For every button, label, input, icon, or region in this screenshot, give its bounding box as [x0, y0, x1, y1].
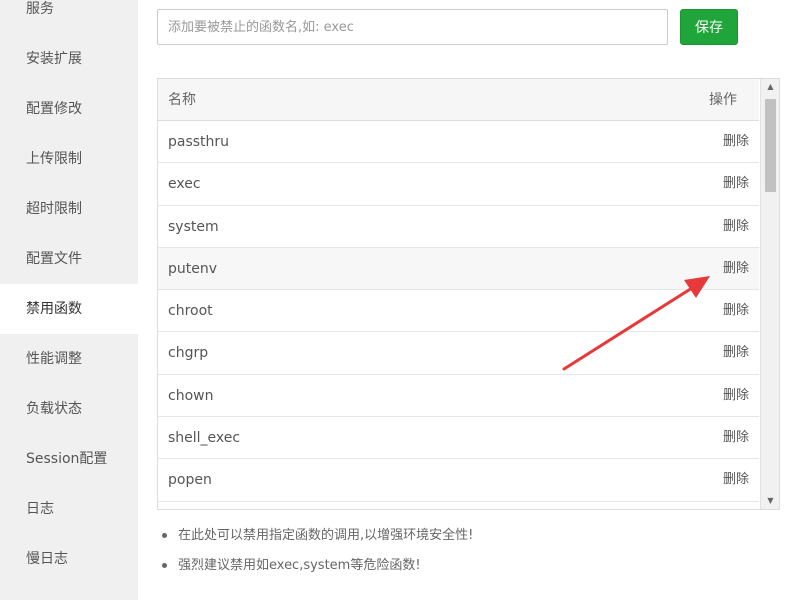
function-name-cell: exec	[168, 176, 201, 193]
sidebar-item-config-edit[interactable]: 配置修改	[0, 84, 138, 134]
sidebar-item-session-config[interactable]: Session配置	[0, 434, 138, 484]
table-row: exec 删除	[158, 163, 759, 206]
tips-list: 在此处可以禁用指定函数的调用,以增强环境安全性! 强烈建议禁用如exec,sys…	[160, 524, 760, 584]
table-row: chroot 删除	[158, 290, 759, 333]
scrollbar-thumb[interactable]	[765, 99, 776, 192]
tip-text: 在此处可以禁用指定函数的调用,以增强环境安全性!	[178, 528, 474, 543]
function-name-cell: chroot	[168, 303, 213, 320]
save-button[interactable]: 保存	[680, 9, 738, 45]
table-row: chgrp 删除	[158, 332, 759, 375]
delete-link[interactable]: 删除	[723, 459, 749, 501]
function-name-cell: system	[168, 218, 219, 235]
function-name-cell: passthru	[168, 134, 230, 150]
sidebar-item-load-status[interactable]: 负载状态	[0, 384, 138, 434]
php-settings-panel: 服务 安装扩展 配置修改 上传限制 超时限制 配置文件 禁用函数 性能调整 负载…	[0, 0, 800, 600]
table-row: system 删除	[158, 205, 759, 248]
sidebar-item-slow-log[interactable]: 慢日志	[0, 534, 138, 584]
sidebar-item-service[interactable]: 服务	[0, 0, 138, 34]
delete-link[interactable]: 删除	[723, 121, 749, 163]
delete-link[interactable]: 删除	[723, 206, 749, 248]
sidebar-item-config-file[interactable]: 配置文件	[0, 234, 138, 284]
delete-link[interactable]: 删除	[723, 375, 749, 417]
table-row: chown 删除	[158, 374, 759, 418]
table-row: popen 删除	[158, 459, 759, 502]
sidebar-item-timeout-limit[interactable]: 超时限制	[0, 184, 138, 234]
sidebar-item-upload-limit[interactable]: 上传限制	[0, 134, 138, 184]
function-name-cell: chown	[168, 387, 214, 404]
delete-link[interactable]: 删除	[723, 248, 749, 290]
table-header: 名称 操作	[158, 79, 759, 121]
function-name-cell: chgrp	[168, 345, 209, 362]
column-header-action: 操作	[709, 92, 737, 108]
delete-link[interactable]: 删除	[723, 290, 749, 332]
sidebar-item-disabled-functions[interactable]: 禁用函数	[0, 284, 138, 334]
function-name-input[interactable]	[157, 9, 668, 45]
table-scrollbar[interactable]: ▲ ▼	[760, 79, 779, 509]
tip-item: 在此处可以禁用指定函数的调用,以增强环境安全性!	[160, 524, 760, 554]
disabled-functions-table: 名称 操作 passthru 删除 exec 删除 system 删除 putenv 删除 ch…	[157, 78, 780, 510]
bullet-icon	[162, 563, 167, 568]
delete-link[interactable]: 删除	[723, 417, 749, 459]
sidebar-item-performance-tuning[interactable]: 性能调整	[0, 334, 138, 384]
delete-link[interactable]: 删除	[723, 332, 749, 374]
bullet-icon	[162, 533, 167, 538]
sidebar: 服务 安装扩展 配置修改 上传限制 超时限制 配置文件 禁用函数 性能调整 负载…	[0, 0, 138, 600]
tip-text: 强烈建议禁用如exec,system等危险函数!	[178, 558, 421, 573]
table-row: shell_exec 删除	[158, 417, 759, 460]
table-row: passthru 删除	[158, 121, 759, 164]
table-body: passthru 删除 exec 删除 system 删除 putenv 删除 chroot 删除…	[158, 121, 759, 502]
function-name-cell: putenv	[168, 260, 218, 277]
tip-item: 强烈建议禁用如exec,system等危险函数!	[160, 554, 760, 584]
column-header-name: 名称	[168, 92, 196, 108]
table-row: putenv 删除	[158, 247, 759, 291]
function-name-cell: popen	[168, 472, 212, 489]
triangle-up-icon[interactable]: ▲	[761, 79, 779, 95]
function-name-cell: shell_exec	[168, 430, 241, 447]
delete-link[interactable]: 删除	[723, 163, 749, 205]
triangle-down-icon[interactable]: ▼	[761, 493, 779, 509]
sidebar-item-log[interactable]: 日志	[0, 484, 138, 534]
sidebar-item-install-extension[interactable]: 安装扩展	[0, 34, 138, 84]
